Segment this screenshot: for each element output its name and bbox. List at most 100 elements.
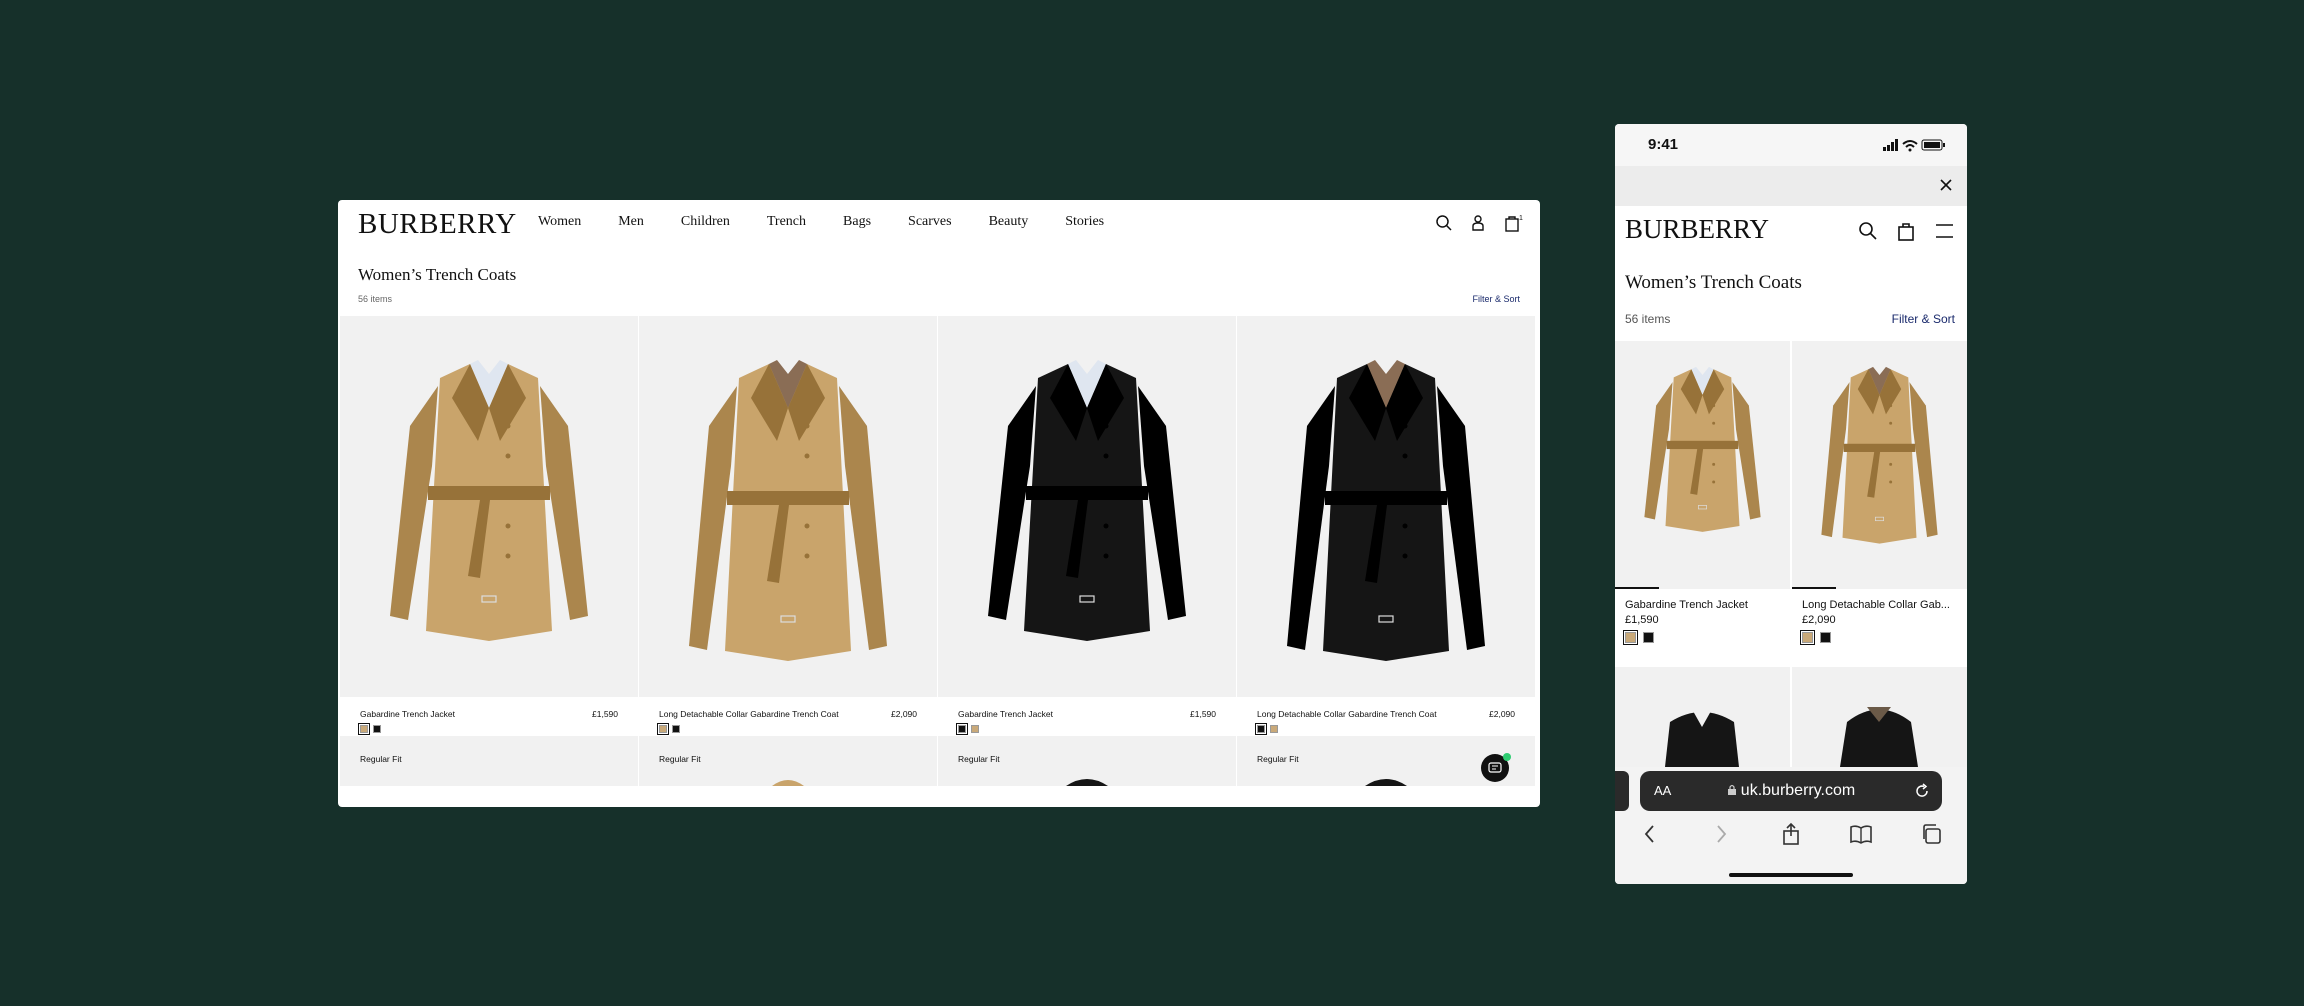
reload-icon[interactable] bbox=[1912, 781, 1932, 801]
back-icon[interactable] bbox=[1637, 821, 1663, 847]
color-swatch[interactable] bbox=[373, 725, 381, 733]
close-icon[interactable] bbox=[1937, 176, 1955, 194]
nav-children[interactable]: Children bbox=[681, 214, 730, 230]
color-swatches bbox=[956, 723, 979, 735]
product-name[interactable]: Long Detachable Collar Gabardine Trench … bbox=[1257, 709, 1437, 719]
color-swatches bbox=[657, 723, 680, 735]
product-price: £1,590 bbox=[592, 709, 618, 719]
menu-icon[interactable] bbox=[1933, 220, 1955, 242]
filter-sort-button[interactable]: Filter & Sort bbox=[1472, 294, 1520, 304]
product-image[interactable] bbox=[1615, 341, 1790, 589]
header-icons: 1 bbox=[1434, 213, 1526, 233]
color-swatch[interactable] bbox=[657, 723, 669, 735]
image-indicator bbox=[1792, 587, 1836, 589]
product-name[interactable]: Long Detachable Collar Gab... bbox=[1802, 599, 1962, 611]
desktop-window: BURBERRY Women Men Children Trench Bags … bbox=[338, 200, 1540, 807]
product-name[interactable]: Gabardine Trench Jacket bbox=[1625, 599, 1785, 611]
nav-trench[interactable]: Trench bbox=[767, 214, 806, 230]
main-nav: Women Men Children Trench Bags Scarves B… bbox=[538, 214, 1141, 230]
product-card[interactable]: Long Detachable Collar Gabardine Trench … bbox=[639, 316, 937, 736]
coat-peek bbox=[772, 780, 804, 786]
filter-sort-button[interactable]: Filter & Sort bbox=[1892, 312, 1955, 326]
nav-bags[interactable]: Bags bbox=[843, 214, 871, 230]
coat-illustration bbox=[1644, 366, 1761, 532]
product-name[interactable]: Long Detachable Collar Gabardine Trench … bbox=[659, 709, 839, 719]
coat-peek bbox=[1066, 779, 1108, 786]
forward-icon[interactable] bbox=[1708, 821, 1734, 847]
product-card[interactable]: Long Detachable Collar Gab... £2,090 bbox=[1792, 341, 1967, 645]
coat-illustration bbox=[689, 360, 887, 661]
color-swatches bbox=[1255, 723, 1278, 735]
color-swatch[interactable] bbox=[1800, 630, 1815, 645]
product-image[interactable] bbox=[340, 316, 638, 697]
tabs-icon[interactable] bbox=[1919, 821, 1945, 847]
color-swatches bbox=[1623, 630, 1654, 645]
nav-stories[interactable]: Stories bbox=[1065, 214, 1104, 230]
battery-icon bbox=[1921, 139, 1945, 151]
product-meta: Gabardine Trench Jacket £1,590 bbox=[938, 697, 1236, 736]
nav-beauty[interactable]: Beauty bbox=[989, 214, 1029, 230]
product-price: £1,590 bbox=[1625, 614, 1659, 626]
search-icon[interactable] bbox=[1434, 213, 1454, 233]
bag-button[interactable]: 1 bbox=[1502, 213, 1526, 233]
coat-illustration bbox=[1287, 360, 1485, 661]
product-card[interactable]: Gabardine Trench Jacket £1,590 bbox=[340, 316, 638, 736]
color-swatch[interactable] bbox=[1270, 725, 1278, 733]
product-card[interactable]: Gabardine Trench Jacket £1,590 bbox=[1615, 341, 1790, 645]
color-swatch[interactable] bbox=[971, 725, 979, 733]
product-image[interactable] bbox=[1237, 316, 1535, 697]
burberry-logo[interactable]: BURBERRY bbox=[1625, 214, 1769, 245]
shopping-bag-icon[interactable] bbox=[1895, 220, 1917, 242]
search-icon[interactable] bbox=[1857, 220, 1879, 242]
lock-icon bbox=[1727, 784, 1736, 795]
product-price: £2,090 bbox=[1802, 614, 1836, 626]
color-swatch[interactable] bbox=[1623, 630, 1638, 645]
product-price: £1,590 bbox=[1190, 709, 1216, 719]
fit-label: Regular Fit bbox=[360, 754, 402, 764]
color-swatch[interactable] bbox=[1820, 632, 1831, 643]
product-card-row2[interactable]: Regular Fit bbox=[340, 736, 638, 786]
nav-women[interactable]: Women bbox=[538, 214, 581, 230]
product-card-row2[interactable]: Regular Fit bbox=[938, 736, 1236, 786]
status-bar: 9:41 bbox=[1615, 124, 1967, 166]
product-image[interactable] bbox=[938, 316, 1236, 697]
color-swatch[interactable] bbox=[672, 725, 680, 733]
nav-men[interactable]: Men bbox=[618, 214, 644, 230]
product-image[interactable] bbox=[639, 316, 937, 697]
burberry-logo[interactable]: BURBERRY bbox=[358, 208, 517, 241]
color-swatch[interactable] bbox=[1255, 723, 1267, 735]
product-card-row2[interactable] bbox=[1615, 667, 1790, 767]
product-card[interactable]: Long Detachable Collar Gabardine Trench … bbox=[1237, 316, 1535, 736]
item-count: 56 items bbox=[1625, 312, 1671, 326]
bookmarks-icon[interactable] bbox=[1848, 821, 1874, 847]
status-time: 9:41 bbox=[1648, 136, 1679, 153]
mobile-device: 9:41 BURBERRY Women’s Trench Coats 56 it… bbox=[1615, 124, 1967, 884]
product-name[interactable]: Gabardine Trench Jacket bbox=[958, 709, 1053, 719]
status-icons bbox=[1883, 139, 1945, 152]
color-swatch[interactable] bbox=[1643, 632, 1654, 643]
product-meta: Long Detachable Collar Gabardine Trench … bbox=[639, 697, 937, 736]
product-card-row2[interactable] bbox=[1792, 667, 1967, 767]
color-swatch[interactable] bbox=[956, 723, 968, 735]
address-bar[interactable]: AA uk.burberry.com bbox=[1640, 771, 1942, 811]
coat-illustration bbox=[988, 360, 1186, 641]
url-display[interactable]: uk.burberry.com bbox=[1640, 782, 1942, 800]
product-price: £2,090 bbox=[1489, 709, 1515, 719]
page-title: Women’s Trench Coats bbox=[1625, 272, 1802, 293]
product-price: £2,090 bbox=[891, 709, 917, 719]
previous-tab-edge[interactable] bbox=[1615, 771, 1629, 811]
product-card[interactable]: Gabardine Trench Jacket £1,590 bbox=[938, 316, 1236, 736]
color-swatch[interactable] bbox=[358, 723, 370, 735]
chat-status-dot bbox=[1503, 753, 1511, 761]
share-icon[interactable] bbox=[1778, 821, 1804, 847]
nav-scarves[interactable]: Scarves bbox=[908, 214, 952, 230]
signal-icon bbox=[1883, 139, 1898, 151]
bag-count: 1 bbox=[1519, 215, 1523, 222]
product-image[interactable] bbox=[1792, 341, 1967, 589]
image-indicator bbox=[1615, 587, 1659, 589]
product-name[interactable]: Gabardine Trench Jacket bbox=[360, 709, 455, 719]
color-swatches bbox=[1800, 630, 1831, 645]
browser-top-bar bbox=[1615, 166, 1967, 206]
product-card-row2[interactable]: Regular Fit bbox=[639, 736, 937, 786]
account-icon[interactable] bbox=[1468, 213, 1488, 233]
